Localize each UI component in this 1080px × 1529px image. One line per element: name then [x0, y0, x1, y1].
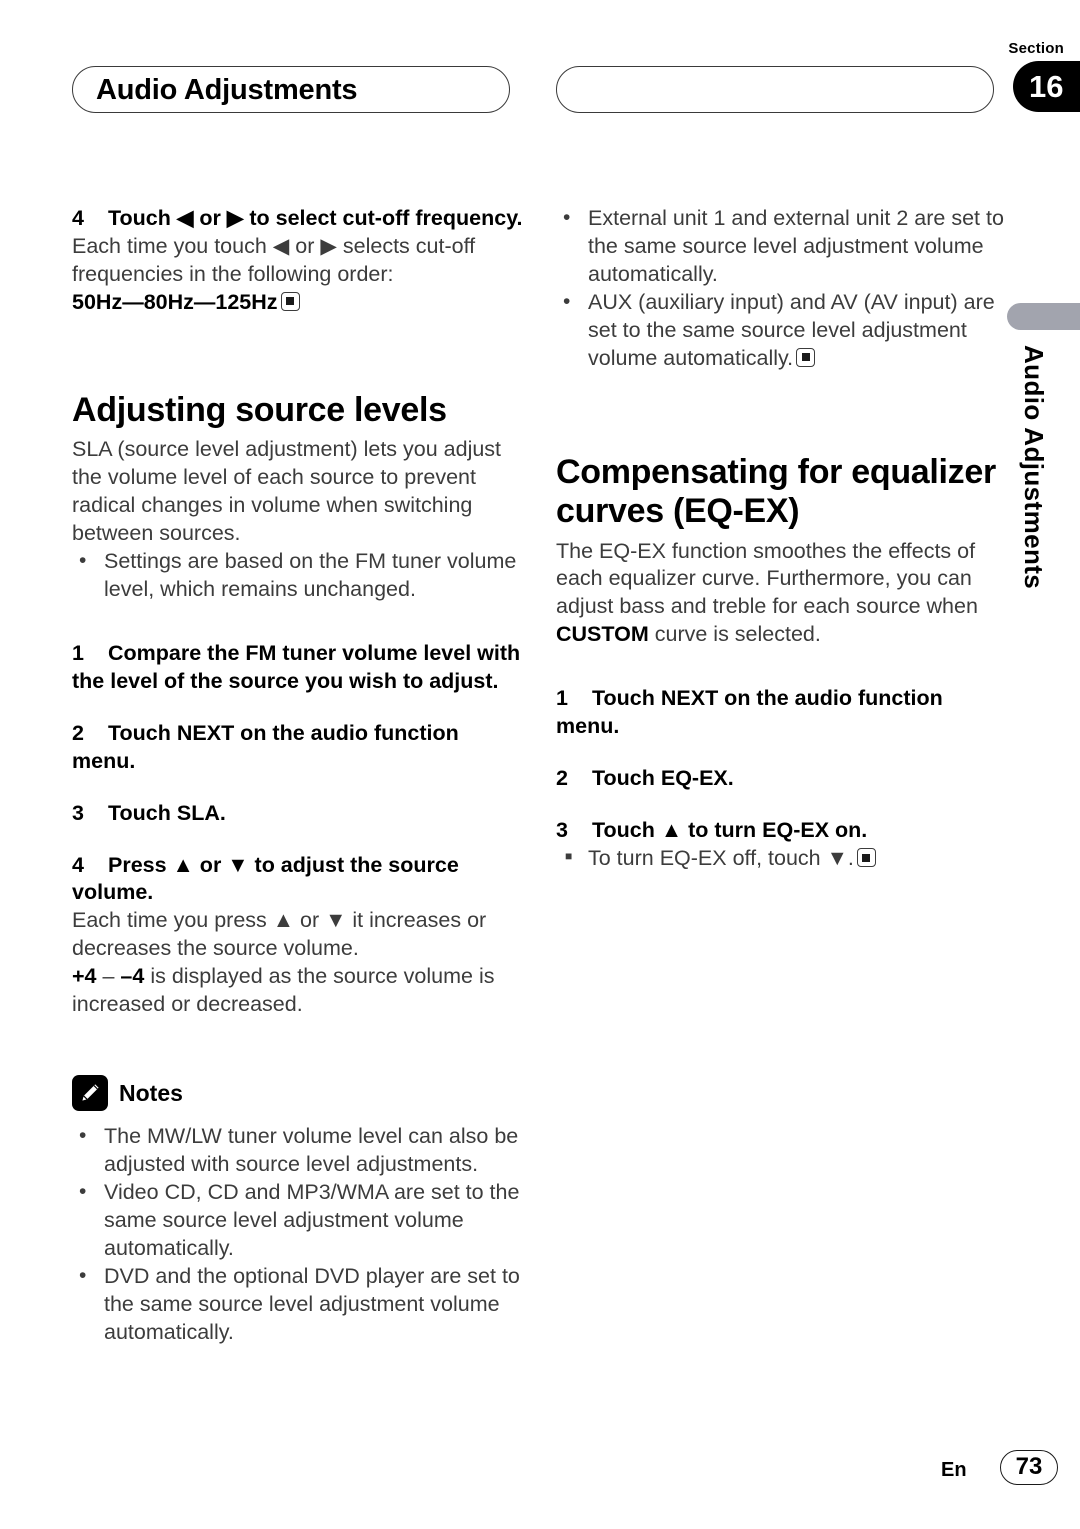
- intro-bullet-list: Settings are based on the FM tuner volum…: [72, 547, 524, 604]
- step-text: Compare the FM tuner volume level with t…: [72, 640, 521, 693]
- step-text: Touch NEXT on the audio function menu.: [556, 686, 943, 739]
- list-item: Settings are based on the FM tuner volum…: [72, 547, 524, 604]
- step-item: 4 Press ▲ or ▼ to adjust the source volum…: [72, 852, 524, 908]
- list-item: External unit 1 and external unit 2 are …: [556, 204, 1008, 289]
- header-right-capsule: [556, 66, 994, 113]
- step-text: Press ▲ or ▼ to adjust the source volume…: [72, 852, 459, 905]
- footer-page-number: 73: [1015, 1453, 1043, 1480]
- cutoff-order-text: 50Hz—80Hz—125Hz: [72, 289, 278, 314]
- intro-part-b: curve is selected.: [648, 622, 821, 647]
- step-item: 4 Touch ◀ or ▶ to select cut-off frequenc…: [72, 205, 524, 233]
- step-item: 1 Compare the FM tuner volume level with …: [72, 640, 524, 696]
- step-number: 3: [556, 818, 568, 843]
- sub-bullet-list: To turn EQ-EX off, touch ▼.: [556, 845, 1008, 873]
- list-item: AUX (auxiliary input) and AV (AV input) …: [556, 288, 1008, 373]
- step-item: 2 Touch NEXT on the audio function menu.: [72, 720, 524, 776]
- notes-header: Notes: [72, 1075, 524, 1112]
- step-item: 2 Touch EQ-EX.: [556, 765, 1008, 793]
- step-number: 3: [72, 800, 84, 825]
- intro-paragraph: SLA (source level adjustment) lets you a…: [72, 437, 502, 545]
- step-text: Touch NEXT on the audio function menu.: [72, 720, 459, 773]
- step-number: 1: [72, 640, 84, 665]
- list-item: DVD and the optional DVD player are set …: [72, 1262, 524, 1347]
- step-body: Each time you touch ◀ or ▶ selects cut-o…: [72, 233, 476, 286]
- step-text: Touch SLA.: [108, 800, 226, 825]
- pencil-icon: [72, 1075, 108, 1112]
- step-number: 4: [72, 206, 84, 230]
- document-page: Audio Adjustments Section 16 Audio Adjus…: [0, 0, 1080, 1529]
- side-marker-tab: [1007, 303, 1080, 330]
- section-heading-compensating-eq-ex: Compensating for equalizer curves (EQ-EX…: [556, 452, 996, 531]
- left-column: 4 Touch ◀ or ▶ to select cut-off frequenc…: [72, 205, 524, 1347]
- end-of-section-icon: [796, 347, 816, 367]
- range-min: +4: [72, 964, 97, 989]
- list-item: The MW/LW tuner volume level can also be…: [72, 1122, 524, 1179]
- step-item: 3 Touch SLA.: [72, 800, 524, 828]
- list-item: To turn EQ-EX off, touch ▼.: [556, 845, 1008, 873]
- page-title: Audio Adjustments: [96, 74, 358, 106]
- cutoff-order: 50Hz—80Hz—125Hz: [72, 289, 524, 317]
- section-number: 16: [1029, 69, 1064, 104]
- step-item: 3 Touch ▲ to turn EQ-EX on.: [556, 817, 1008, 845]
- step-number: 2: [556, 766, 568, 791]
- end-of-section-icon: [280, 291, 300, 311]
- custom-curve-term: CUSTOM: [556, 622, 649, 647]
- notes-label: Notes: [119, 1079, 183, 1106]
- section-heading-adjusting-source-levels: Adjusting source levels: [72, 390, 447, 429]
- step-body: Each time you press ▲ or ▼ it increases …: [72, 908, 487, 961]
- intro-part-a: The EQ-EX function smoothes the effects …: [556, 538, 978, 619]
- section-label: Section: [1008, 40, 1064, 57]
- source-volume-range: +4 – –4 is displayed as the source volum…: [72, 963, 524, 1019]
- step-number: 2: [72, 720, 84, 745]
- list-item-text: AUX (auxiliary input) and AV (AV input) …: [588, 289, 995, 370]
- step-text: Touch ◀ or ▶ to select cut-off frequency…: [108, 206, 523, 230]
- step-text: Touch ▲ to turn EQ-EX on.: [592, 818, 868, 843]
- end-of-section-icon: [856, 848, 876, 867]
- list-item: Video CD, CD and MP3/WMA are set to the …: [72, 1178, 524, 1263]
- range-dash: –: [96, 964, 121, 989]
- step-text: Touch EQ-EX.: [592, 766, 734, 791]
- range-max: –4: [120, 964, 145, 989]
- footer-language: En: [941, 1459, 967, 1481]
- notes-list: The MW/LW tuner volume level can also be…: [72, 1122, 524, 1347]
- step-number: 1: [556, 686, 568, 711]
- right-column: External unit 1 and external unit 2 are …: [556, 204, 1008, 873]
- step-number: 4: [72, 852, 84, 877]
- intro-paragraph: The EQ-EX function smoothes the effects …: [556, 538, 1008, 650]
- top-bullet-list: External unit 1 and external unit 2 are …: [556, 204, 1008, 373]
- side-section-label: Audio Adjustments: [1019, 345, 1049, 590]
- list-item-text: To turn EQ-EX off, touch ▼.: [588, 846, 854, 870]
- step-item: 1 Touch NEXT on the audio function menu.: [556, 685, 1008, 741]
